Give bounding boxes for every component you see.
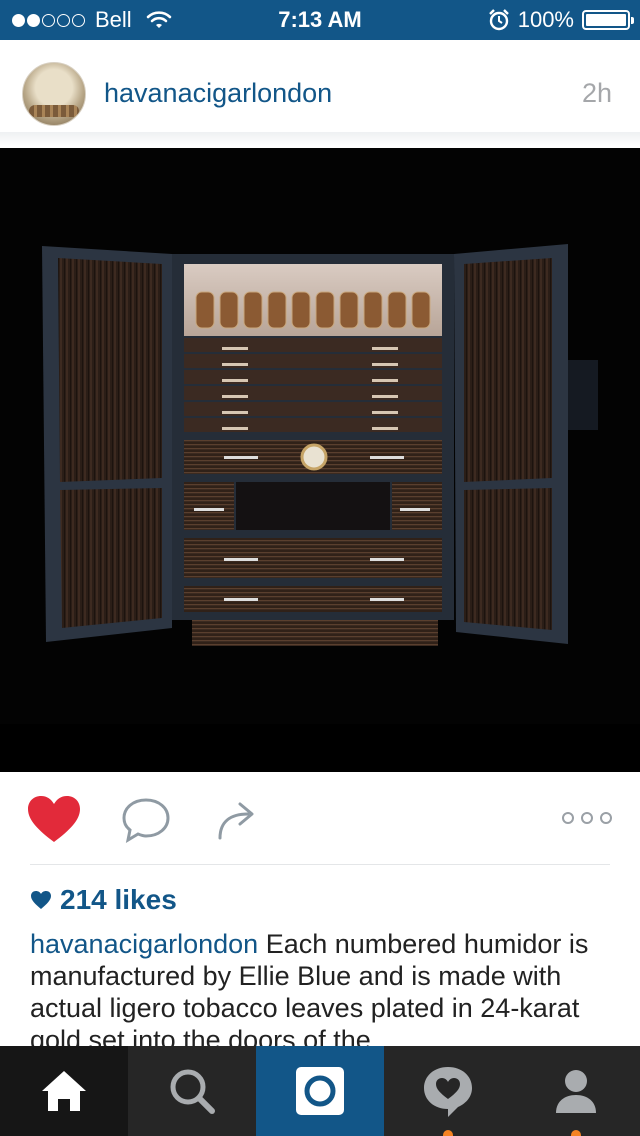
post-username[interactable]: havanacigarlondon	[104, 78, 332, 109]
more-dot	[581, 812, 593, 824]
tab-search[interactable]	[128, 1046, 256, 1136]
tab-home[interactable]	[0, 1046, 128, 1136]
profile-icon	[556, 1070, 596, 1113]
post-photo[interactable]	[0, 148, 640, 772]
actions-divider	[30, 864, 610, 865]
caption-username[interactable]: havanacigarlondon	[30, 929, 258, 959]
status-right: 100%	[488, 7, 634, 33]
tab-activity[interactable]	[384, 1046, 512, 1136]
battery-fill	[586, 14, 626, 26]
likes-count[interactable]: 214 likes	[30, 884, 177, 916]
battery-percent: 100%	[517, 7, 574, 32]
avatar[interactable]	[22, 62, 86, 126]
more-dot	[600, 812, 612, 824]
activity-icon	[424, 1067, 472, 1117]
small-heart-icon	[31, 891, 51, 909]
status-bar: Bell 7:13 AM 100%	[0, 0, 640, 40]
header-divider	[0, 132, 640, 146]
humidor-image	[0, 148, 640, 772]
tab-profile[interactable]	[512, 1046, 640, 1136]
battery-icon	[582, 10, 634, 30]
post-actions	[0, 772, 640, 864]
likes-label: 214 likes	[60, 884, 177, 915]
activity-notification-dot	[443, 1130, 453, 1136]
more-dot	[562, 812, 574, 824]
home-icon	[42, 1071, 86, 1111]
post-caption: havanacigarlondon Each numbered humidor …	[30, 928, 620, 1046]
camera-icon	[296, 1067, 344, 1115]
profile-notification-dot	[571, 1130, 581, 1136]
comment-icon[interactable]	[120, 796, 172, 844]
search-icon	[170, 1069, 215, 1114]
more-icon[interactable]	[562, 812, 612, 826]
heart-icon[interactable]	[26, 794, 82, 844]
tab-camera[interactable]	[256, 1046, 384, 1136]
post-time: 2h	[581, 78, 612, 108]
post-header: havanacigarlondon 2h	[0, 40, 640, 136]
share-icon[interactable]	[214, 796, 262, 842]
tab-bar	[0, 1046, 640, 1136]
alarm-icon	[488, 9, 509, 31]
